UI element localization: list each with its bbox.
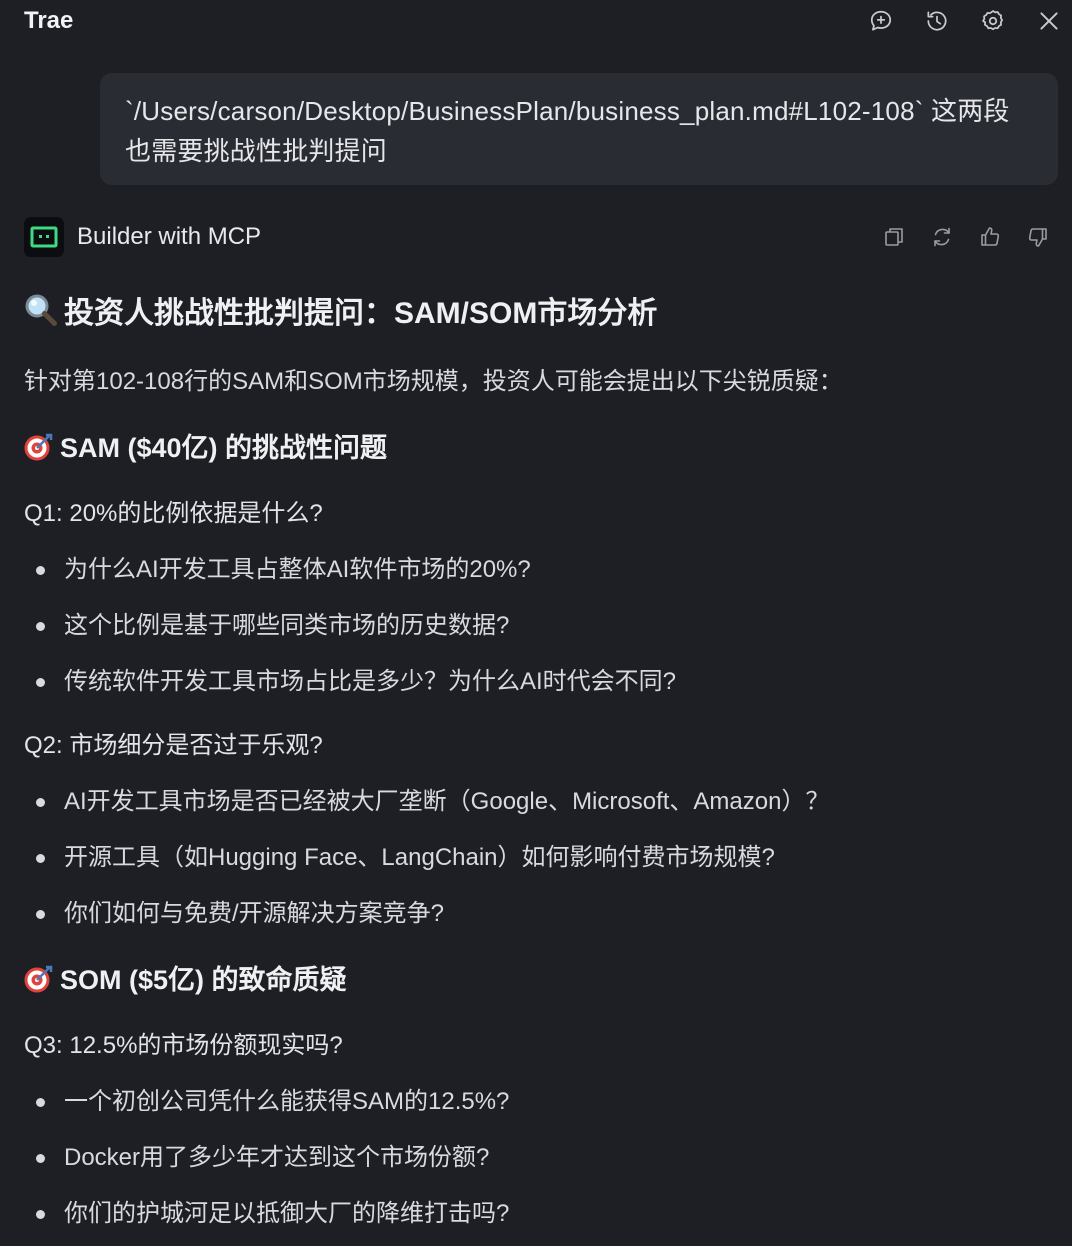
response-heading: 投资人挑战性批判提问：SAM/SOM市场分析 xyxy=(24,292,657,340)
list-item-text: AI开发工具市场是否已经被大厂垄断（Google、Microsoft、Amazo… xyxy=(64,788,830,815)
list-item-text: 这个比例是基于哪些同类市场的历史数据? xyxy=(64,612,510,639)
settings-icon[interactable] xyxy=(978,6,1008,36)
copy-icon[interactable] xyxy=(880,223,908,251)
bullet-dot xyxy=(36,1210,45,1219)
regenerate-icon[interactable] xyxy=(928,223,956,251)
list-item-text: 一个初创公司凭什么能获得SAM的12.5%? xyxy=(64,1088,510,1115)
list-item-text: 为什么AI开发工具占整体AI软件市场的20%? xyxy=(64,556,531,583)
bullet-dot xyxy=(36,678,45,687)
bullet-dot xyxy=(36,910,45,919)
list-item-text: 你们如何与免费/开源解决方案竞争? xyxy=(64,900,445,927)
history-icon[interactable] xyxy=(922,6,952,36)
section-heading: SOM ($5亿) 的致命质疑 xyxy=(24,960,347,1004)
builder-logo-icon xyxy=(30,226,58,248)
bullet-dot xyxy=(36,798,45,807)
close-icon[interactable] xyxy=(1034,6,1064,36)
bullet-dot xyxy=(36,566,45,575)
bullet-dot xyxy=(36,1098,45,1107)
agent-header: Builder with MCP xyxy=(24,217,1054,257)
bullet-dot xyxy=(36,854,45,863)
app-title: Trae xyxy=(24,7,74,34)
bullet-dot xyxy=(36,1154,45,1163)
agent-avatar xyxy=(24,217,64,257)
list-item-text: 传统软件开发工具市场占比是多少？为什么AI时代会不同? xyxy=(64,668,677,695)
title-bar: Trae xyxy=(0,0,1072,44)
new-chat-icon[interactable] xyxy=(866,6,896,36)
question-q2: Q2: 市场细分是否过于乐观? xyxy=(24,732,323,759)
list-item-text: 你们的护城河足以抵御大厂的降维打击吗? xyxy=(64,1200,510,1227)
target-icon xyxy=(24,963,54,1004)
list-item-text: Docker用了多少年才达到这个市场份额? xyxy=(64,1144,490,1171)
response-intro: 针对第102-108行的SAM和SOM市场规模，投资人可能会提出以下尖锐质疑： xyxy=(24,368,843,395)
section-heading-text: SOM ($5亿) 的致命质疑 xyxy=(60,965,347,995)
target-icon xyxy=(24,431,54,472)
magnifier-icon xyxy=(24,293,58,340)
agent-name: Builder with MCP xyxy=(77,223,262,250)
question-q3: Q3: 12.5%的市场份额现实吗? xyxy=(24,1032,343,1059)
question-q1: Q1: 20%的比例依据是什么? xyxy=(24,500,323,527)
thumbs-up-icon[interactable] xyxy=(976,223,1004,251)
user-message-bubble: `/Users/carson/Desktop/BusinessPlan/busi… xyxy=(100,73,1058,185)
list-item-text: 开源工具（如Hugging Face、LangChain）如何影响付费市场规模? xyxy=(64,844,775,871)
user-message-text: `/Users/carson/Desktop/BusinessPlan/busi… xyxy=(125,96,1010,166)
response-heading-text: 投资人挑战性批判提问：SAM/SOM市场分析 xyxy=(64,297,658,330)
section-heading: SAM ($40亿) 的挑战性问题 xyxy=(24,428,387,472)
section-heading-text: SAM ($40亿) 的挑战性问题 xyxy=(60,433,388,463)
bullet-dot xyxy=(36,622,45,631)
thumbs-down-icon[interactable] xyxy=(1024,223,1052,251)
